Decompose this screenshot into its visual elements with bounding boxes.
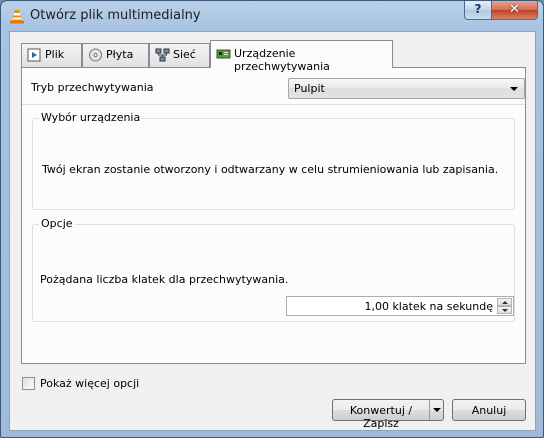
options-title: Opcje [39, 217, 75, 230]
tab-disc[interactable]: Płyta [82, 43, 149, 67]
window-title: Otwórz plik multimedialny [30, 8, 201, 23]
framerate-label: Pożądana liczba klatek dla przechwytywan… [40, 273, 289, 286]
help-button[interactable]: ? [464, 1, 492, 20]
tab-network-label: Sieć [173, 48, 196, 61]
convert-dropdown-chevron-icon[interactable] [429, 400, 443, 420]
tab-capture-device-label: Urządzenie przechwytywania [234, 47, 330, 73]
framerate-stepper [497, 298, 512, 314]
help-icon: ? [474, 2, 482, 16]
dialog-client-area: Plik Płyta Sieć Urządzenie przechwytywan… [9, 31, 536, 431]
more-options-checkbox[interactable] [22, 377, 35, 390]
more-options-label[interactable]: Pokaż więcej opcji [40, 377, 139, 390]
capture-panel: Tryb przechwytywania Pulpit Wybór urządz… [21, 67, 526, 364]
convert-save-label: Konwertuj / Zapisz [349, 404, 413, 430]
file-media-icon [27, 48, 41, 62]
tab-capture-device[interactable]: Urządzenie przechwytywania [210, 40, 393, 73]
device-info-text: Twój ekran zostanie otworzony i odtwarza… [42, 163, 499, 176]
framerate-spinbox[interactable]: 1,00 klatek na sekundę [286, 296, 514, 316]
tab-file[interactable]: Plik [21, 43, 82, 67]
title-bar[interactable]: Otwórz plik multimedialny ? ✕ [1, 1, 543, 31]
tab-file-label: Plik [45, 48, 65, 61]
spin-up-icon[interactable] [497, 298, 512, 306]
capture-mode-label: Tryb przechwytywania [31, 81, 154, 94]
dialog-window: Otwórz plik multimedialny ? ✕ Plik Płyta [0, 0, 544, 438]
capture-card-icon [216, 49, 231, 59]
spin-down-icon[interactable] [497, 306, 512, 314]
chevron-down-icon [510, 87, 518, 91]
capture-mode-select[interactable]: Pulpit [288, 78, 525, 99]
convert-save-button[interactable]: Konwertuj / Zapisz [332, 399, 444, 430]
device-selection-title: Wybór urządzenia [39, 111, 143, 124]
divider [22, 104, 525, 105]
tab-network[interactable]: Sieć [149, 43, 210, 67]
framerate-value: 1,00 klatek na sekundę [364, 300, 493, 313]
device-selection-group: Wybór urządzenia Twój ekran zostanie otw… [32, 111, 515, 210]
network-icon [155, 48, 170, 62]
tab-disc-label: Płyta [106, 48, 134, 61]
disc-icon [89, 48, 102, 62]
vlc-cone-icon [10, 10, 24, 24]
capture-mode-value: Pulpit [294, 82, 325, 95]
close-button[interactable]: ✕ [491, 1, 538, 20]
cancel-label: Anuluj [471, 404, 507, 417]
close-icon: ✕ [509, 2, 520, 17]
cancel-button[interactable]: Anuluj [452, 399, 526, 421]
